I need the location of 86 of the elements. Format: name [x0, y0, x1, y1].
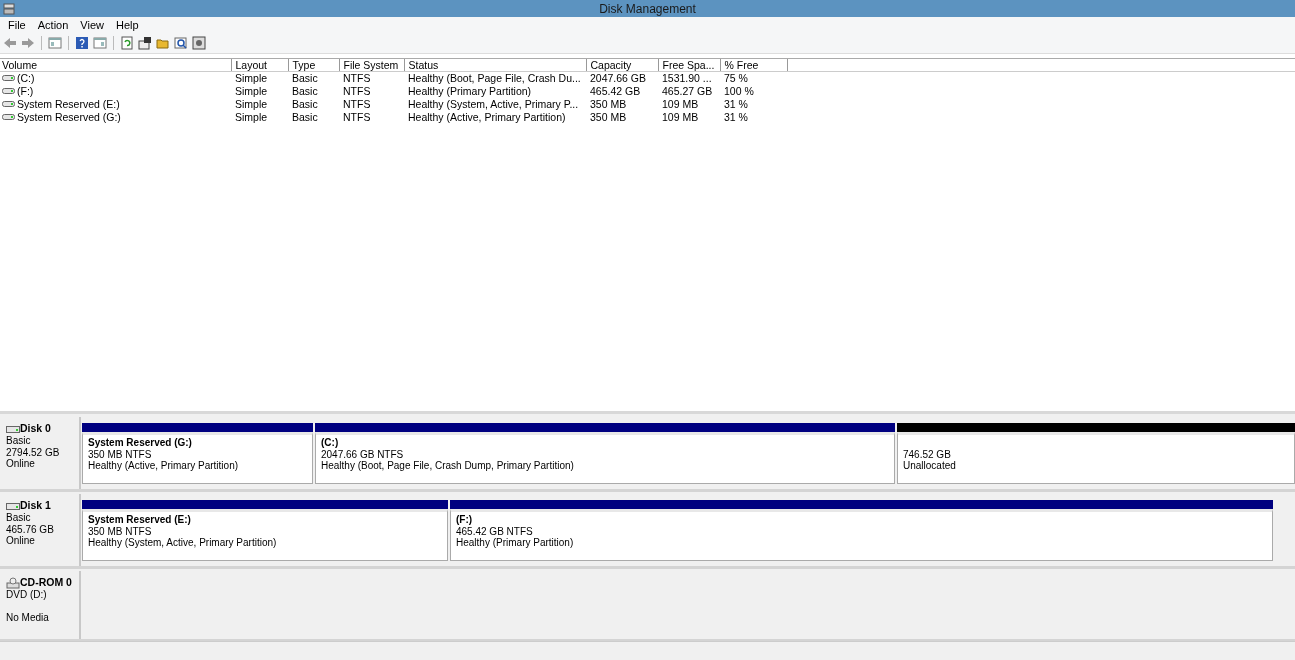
table-cell-text: 31 % — [723, 97, 749, 111]
table-cell-text: 31 % — [723, 110, 749, 124]
table-cell: System Reserved (G:) — [17, 111, 121, 123]
partition-info: 350 MB NTFS — [88, 525, 153, 537]
table-cell: System Reserved (E:) — [17, 98, 120, 110]
table-cell: 75 % — [720, 71, 787, 85]
column-header[interactable]: File System — [339, 59, 404, 72]
table-cell-text: 465.42 GB — [589, 84, 642, 98]
drive-icon — [2, 86, 15, 96]
table-cell-text: Basic — [291, 97, 319, 111]
back-arrow-icon[interactable] — [3, 36, 17, 50]
partition-title: (C:) — [321, 437, 340, 449]
column-header[interactable]: Volume — [0, 59, 231, 72]
partition-info: Healthy (System, Active, Primary Partition) — [88, 537, 278, 549]
partition-info: 465.42 GB NTFS — [456, 525, 534, 537]
forward-arrow-icon[interactable] — [21, 36, 35, 50]
table-cell-text: 465.27 GB — [661, 84, 714, 98]
menu-item[interactable]: View — [74, 19, 110, 31]
search-icon[interactable] — [174, 36, 188, 50]
table-cell-text: Healthy (System, Active, Primary P... — [407, 97, 580, 111]
table-cell-text: Basic — [291, 84, 319, 98]
table-cell-text: Healthy (Primary Partition) — [407, 84, 533, 98]
partition-info: Unallocated — [903, 460, 957, 472]
disk-info: 465.76 GB — [6, 523, 55, 535]
window-title: Disk Management — [599, 1, 696, 16]
table-cell-text: Simple — [234, 110, 269, 124]
disk-name: Disk 0 — [20, 423, 51, 435]
table-cell-text: NTFS — [342, 97, 372, 111]
help-icon[interactable] — [75, 36, 89, 50]
table-cell-text: 109 MB — [661, 110, 700, 124]
table-cell: Healthy (Boot, Page File, Crash Du... — [404, 71, 586, 85]
menu-item[interactable]: File — [2, 19, 32, 31]
column-header[interactable]: Capacity — [586, 59, 658, 72]
partition-title: System Reserved (E:) — [88, 514, 192, 526]
table-cell: (C:) — [17, 72, 35, 85]
table-cell-text: NTFS — [342, 110, 372, 124]
drive-icon — [2, 99, 15, 109]
settings-icon[interactable] — [192, 36, 206, 50]
cd-drive-icon — [6, 577, 20, 589]
disk-app-icon — [3, 2, 15, 15]
table-cell: Basic — [288, 71, 339, 85]
disk-drive-icon — [6, 500, 20, 512]
column-header[interactable]: Free Spa... — [658, 59, 720, 72]
table-cell-text: Healthy (Active, Primary Partition) — [407, 110, 567, 124]
column-header[interactable]: % Free — [720, 59, 787, 72]
partition-title: (F:) — [456, 514, 474, 526]
partition-info: 2047.66 GB NTFS — [321, 448, 405, 460]
column-header[interactable]: Status — [404, 59, 586, 72]
partition-title: System Reserved (G:) — [88, 437, 193, 449]
disk-info: DVD (D:) — [6, 589, 48, 601]
column-header[interactable]: Type — [288, 59, 339, 72]
menu-item[interactable]: Help — [109, 19, 145, 31]
partition-info: 746.52 GB — [903, 448, 952, 460]
disk-info: Basic — [6, 512, 32, 524]
disk-info: Online — [6, 458, 36, 470]
table-cell-text: 350 MB — [589, 97, 628, 111]
disk-info: Basic — [6, 435, 32, 447]
disk-name: Disk 1 — [20, 500, 51, 512]
table-cell-text: 109 MB — [661, 97, 700, 111]
table-cell-text: NTFS — [342, 84, 372, 98]
table-cell-text: Simple — [234, 97, 269, 111]
table-cell-text: 350 MB — [589, 110, 628, 124]
disk-info: No Media — [6, 612, 50, 624]
table-cell-text: 100 % — [723, 84, 755, 98]
refresh-icon[interactable] — [120, 36, 134, 50]
menu-item[interactable]: Action — [31, 19, 75, 31]
pane-icon[interactable] — [48, 36, 62, 50]
table-cell-text: Basic — [291, 110, 319, 124]
disk-info: Online — [6, 535, 36, 547]
table-cell: Simple — [231, 71, 288, 85]
disk-drive-icon — [6, 423, 20, 435]
partition-info: Healthy (Active, Primary Partition) — [88, 460, 240, 472]
partition-info: Healthy (Primary Partition) — [456, 537, 575, 549]
column-header[interactable]: Layout — [231, 59, 288, 72]
table-cell: 2047.66 GB — [586, 71, 658, 85]
disk-name: CD-ROM 0 — [20, 577, 72, 589]
disk-info: 2794.52 GB — [6, 446, 61, 458]
table-cell: 1531.90 ... — [658, 71, 720, 85]
partition-info: 350 MB NTFS — [88, 448, 153, 460]
drive-icon — [2, 112, 15, 122]
drive-icon — [2, 73, 15, 84]
table-cell-text: Simple — [234, 84, 269, 98]
partition-info: Healthy (Boot, Page File, Crash Dump, Primary Partition) — [321, 460, 575, 472]
table-cell: (F:) — [17, 85, 34, 97]
table-cell: NTFS — [339, 71, 404, 85]
properties-icon[interactable] — [138, 36, 152, 50]
